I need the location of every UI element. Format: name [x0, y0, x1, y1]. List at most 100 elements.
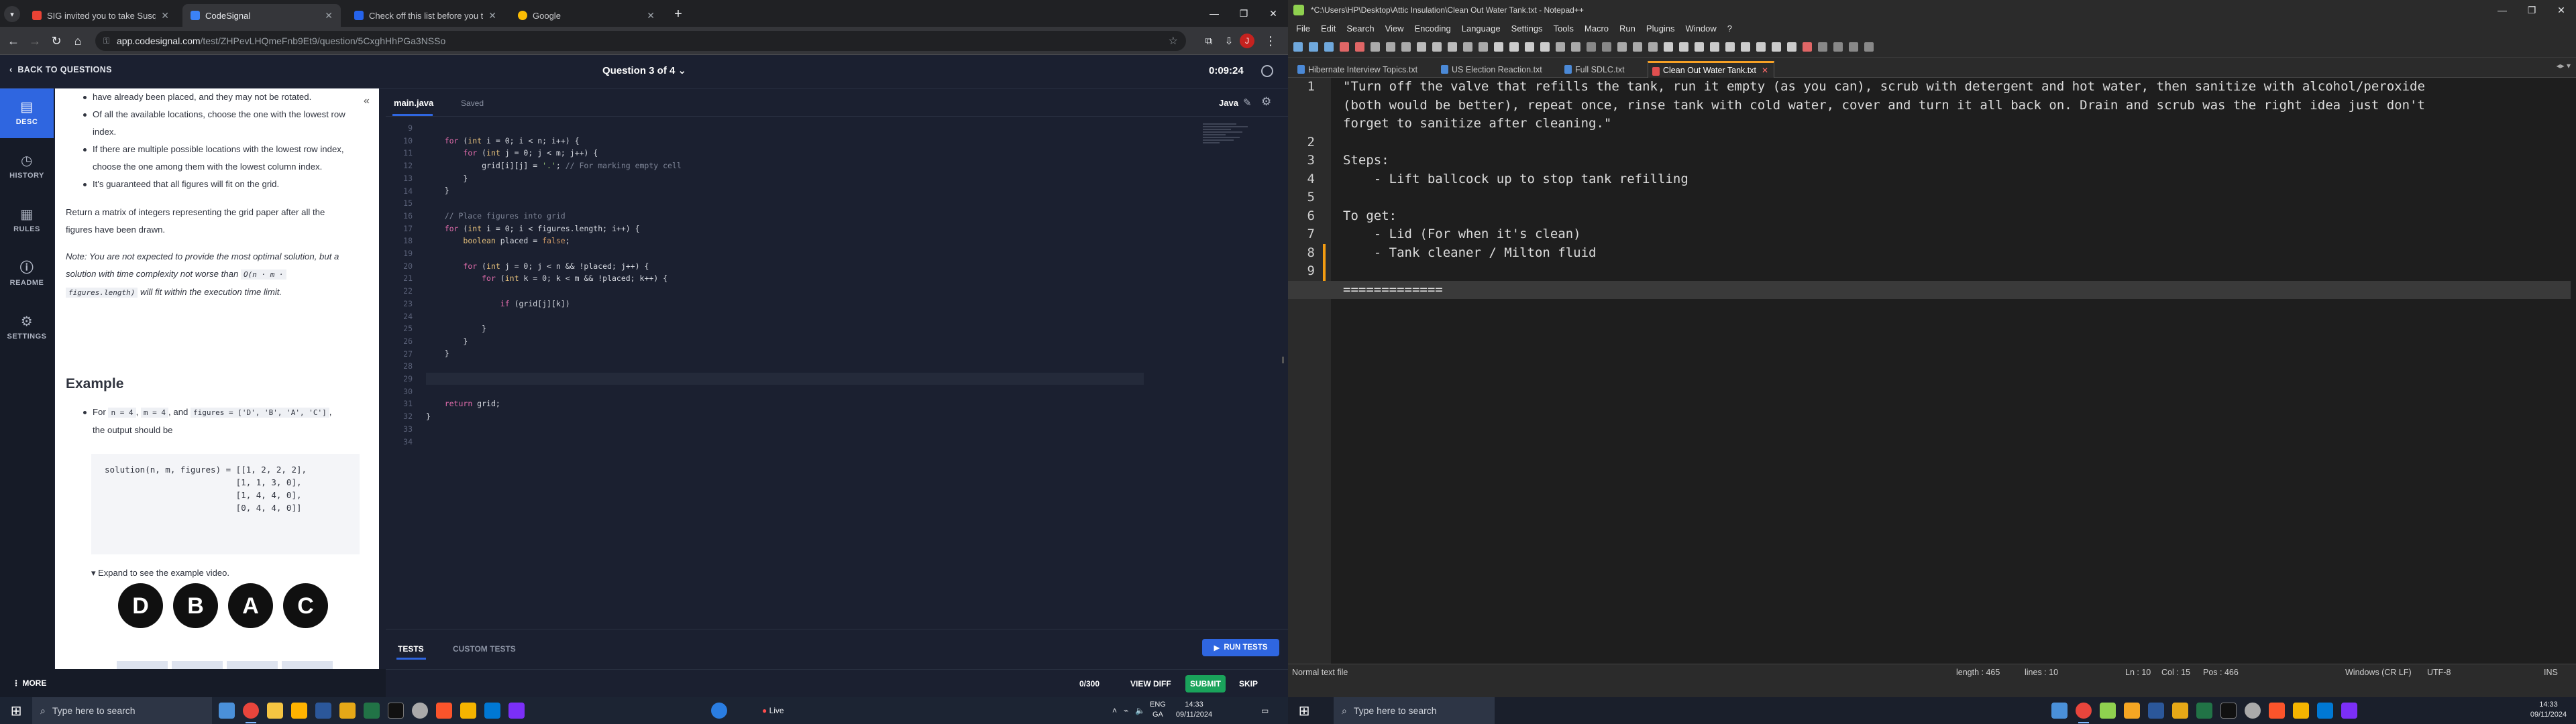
toolbar-button-icon[interactable] [1509, 42, 1519, 52]
browser-tab[interactable]: Check off this list before you t ✕ [346, 4, 504, 27]
site-info-icon[interactable]: ⚿ [103, 36, 117, 46]
toolbar-button-icon[interactable] [1525, 42, 1534, 52]
files-icon[interactable] [291, 703, 307, 719]
folder-icon[interactable] [339, 703, 356, 719]
minimize-icon[interactable]: — [2487, 0, 2517, 20]
task-view-icon[interactable] [2051, 703, 2068, 719]
bookmark-star-icon[interactable]: ☆ [1169, 34, 1178, 48]
home-icon[interactable]: ⌂ [70, 33, 86, 49]
vscode-icon[interactable] [484, 703, 500, 719]
restore-icon[interactable]: ❐ [2517, 0, 2546, 20]
taskbar-search[interactable]: ⌕ Type here to search [32, 697, 212, 724]
media-icon[interactable] [2245, 703, 2261, 719]
toolbar-button-icon[interactable] [1587, 42, 1596, 52]
taskbar-clock[interactable]: 14:33 09/11/2024 [1173, 700, 1216, 720]
chevron-up-icon[interactable]: ˄ [1112, 706, 1117, 715]
extensions-icon[interactable]: ⧉ [1201, 33, 1217, 49]
media-icon[interactable] [412, 703, 428, 719]
profile-avatar[interactable]: J [1240, 34, 1254, 48]
toolbar-button-icon[interactable] [1386, 42, 1395, 52]
toolbar-button-icon[interactable] [1787, 42, 1796, 52]
menu-item[interactable]: ? [1722, 23, 1737, 34]
windows-start-icon[interactable]: ⊞ [1288, 697, 1320, 724]
browser-tab[interactable]: SIG invited you to take Susque ✕ [24, 4, 177, 27]
toolbar-button-icon[interactable] [1710, 42, 1719, 52]
menu-item[interactable]: Edit [1316, 23, 1341, 34]
more-button[interactable]: ⋮ MORE [12, 678, 46, 688]
taskbar-search[interactable]: ⌕ Type here to search [1334, 697, 1495, 724]
close-icon[interactable]: ✕ [161, 10, 169, 21]
browser-tab[interactable]: Google ✕ [510, 4, 663, 27]
close-window-icon[interactable]: ✕ [1258, 0, 1288, 27]
toolbar-button-icon[interactable] [1633, 42, 1642, 52]
menu-item[interactable]: File [1291, 23, 1316, 34]
expand-example-video[interactable]: ▾ Expand to see the example video. [91, 564, 229, 582]
word-icon[interactable] [2148, 703, 2164, 719]
weather-icon[interactable] [711, 703, 727, 719]
excel-icon[interactable] [2196, 703, 2212, 719]
minimap[interactable] [1203, 122, 1259, 156]
toolbar-button-icon[interactable] [1340, 42, 1349, 52]
toolbar-button-icon[interactable] [1602, 42, 1611, 52]
nav-history[interactable]: ◷ HISTORY [0, 142, 54, 192]
menu-item[interactable]: Settings [1506, 23, 1548, 34]
sticky-notes-icon[interactable] [460, 703, 476, 719]
restore-icon[interactable]: ❐ [1229, 0, 1258, 27]
notification-icon[interactable]: ▭ [1261, 697, 1269, 724]
file-tab[interactable]: Hibernate Interview Topics.txt [1293, 61, 1423, 78]
file-tab[interactable]: US Election Reaction.txt [1437, 61, 1548, 78]
file-tab[interactable]: Full SDLC.txt [1560, 61, 1630, 78]
submit-button[interactable]: SUBMIT [1185, 675, 1226, 692]
skip-button[interactable]: SKIP [1239, 679, 1258, 688]
toolbar-button-icon[interactable] [1864, 42, 1874, 52]
menu-item[interactable]: Tools [1548, 23, 1579, 34]
vscode-icon[interactable] [2317, 703, 2333, 719]
eol-format[interactable]: Windows (CR LF) [2345, 668, 2412, 677]
toolbar-button-icon[interactable] [1617, 42, 1627, 52]
toolbar-button-icon[interactable] [1494, 42, 1503, 52]
toolbar-button-icon[interactable] [1479, 42, 1488, 52]
windows-start-icon[interactable]: ⊞ [0, 697, 32, 724]
insert-mode[interactable]: INS [2544, 668, 2558, 677]
toolbar-button-icon[interactable] [1293, 42, 1303, 52]
address-bar[interactable]: ⚿ app.codesignal.com/test/ZHPevLHQmeFnb9… [95, 31, 1186, 51]
task-view-icon[interactable] [219, 703, 235, 719]
toolbar-button-icon[interactable] [1355, 42, 1364, 52]
toolbar-button-icon[interactable] [1695, 42, 1704, 52]
brave-icon[interactable] [436, 703, 452, 719]
forward-arrow-icon[interactable]: → [27, 33, 43, 49]
menu-item[interactable]: Language [1456, 23, 1506, 34]
tab-custom-tests[interactable]: CUSTOM TESTS [453, 644, 516, 654]
kebab-menu-icon[interactable]: ⋮ [1263, 33, 1279, 49]
nav-readme[interactable]: ⓘ README [0, 249, 54, 299]
volume-icon[interactable]: 🔈 [1135, 706, 1145, 715]
close-icon[interactable]: ✕ [488, 10, 496, 21]
files-icon[interactable] [2124, 703, 2140, 719]
toolbar-button-icon[interactable] [1803, 42, 1812, 52]
downloads-icon[interactable]: ⇩ [1221, 33, 1237, 49]
toolbar-button-icon[interactable] [1648, 42, 1658, 52]
live-indicator[interactable]: ● Live [762, 697, 784, 724]
back-arrow-icon[interactable]: ← [5, 33, 21, 49]
notepad-icon[interactable] [267, 703, 283, 719]
encoding[interactable]: UTF-8 [2427, 668, 2451, 677]
folder-icon[interactable] [2172, 703, 2188, 719]
nav-settings[interactable]: ⚙ SETTINGS [0, 303, 54, 353]
brave-icon[interactable] [2269, 703, 2285, 719]
text-content[interactable]: "Turn off the valve that refills the tan… [1288, 78, 2571, 299]
toolbar-button-icon[interactable] [1540, 42, 1550, 52]
back-to-questions-button[interactable]: ‹ BACK TO QUESTIONS [9, 65, 112, 74]
language-indicator[interactable]: ENG GA [1150, 700, 1166, 720]
toolbar-button-icon[interactable] [1756, 42, 1766, 52]
sticky-notes-icon[interactable] [2293, 703, 2309, 719]
tab-scroll-arrows[interactable]: ◂▸ ▾ [2557, 61, 2571, 70]
toolbar-button-icon[interactable] [1833, 42, 1843, 52]
tab-search-button[interactable]: ▾ [4, 6, 20, 22]
question-selector[interactable]: Question 3 of 4 ⌄ [602, 64, 686, 76]
browser-tab-active[interactable]: CodeSignal ✕ [182, 4, 341, 27]
pencil-icon[interactable]: ✎ [1243, 97, 1252, 109]
editor-settings-gear-icon[interactable]: ⚙ [1261, 95, 1271, 109]
menu-item[interactable]: View [1380, 23, 1409, 34]
close-icon[interactable]: ✕ [1762, 66, 1768, 75]
close-window-icon[interactable]: ✕ [2546, 0, 2576, 20]
